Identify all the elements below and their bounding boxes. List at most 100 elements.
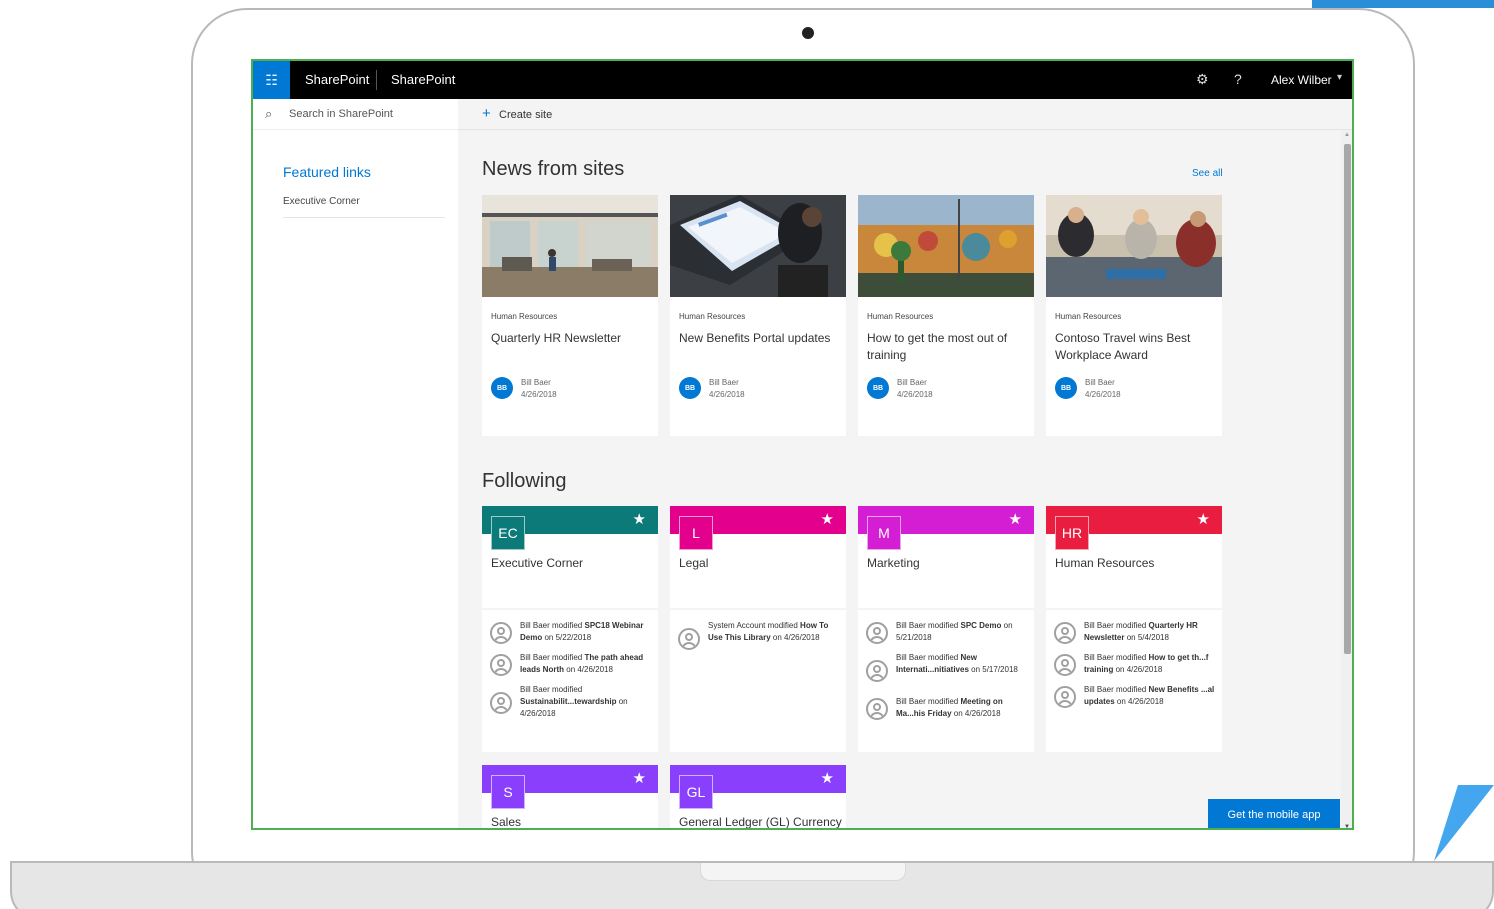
featured-links-title: Featured links bbox=[283, 164, 371, 180]
star-icon[interactable]: ★ bbox=[633, 510, 646, 528]
activity-list: System Account modified How To Use This … bbox=[670, 608, 846, 650]
brand-link[interactable]: SharePoint bbox=[305, 72, 369, 87]
star-icon[interactable]: ★ bbox=[821, 510, 834, 528]
activity-text: Bill Baer modified How to get th...f tra… bbox=[1084, 653, 1209, 674]
activity-text: Bill Baer modified SPC18 Webinar Demo on… bbox=[520, 621, 644, 642]
activity-text: Bill Baer modified SPC Demo on 5/21/2018 bbox=[896, 621, 1013, 642]
news-headline[interactable]: Quarterly HR Newsletter bbox=[491, 330, 651, 347]
activity-text: Bill Baer modified New Benefits ...al up… bbox=[1084, 685, 1215, 706]
news-card[interactable]: Human Resources Quarterly HR Newsletter … bbox=[482, 195, 658, 436]
news-site-name: Human Resources bbox=[1055, 312, 1122, 321]
activity-text: Bill Baer modified The path ahead leads … bbox=[520, 653, 644, 674]
person-icon bbox=[678, 628, 700, 650]
publish-date: 4/26/2018 bbox=[897, 390, 933, 399]
activity-list: Bill Baer modified SPC18 Webinar Demo on… bbox=[482, 608, 658, 718]
app-launcher-icon[interactable]: ☷ bbox=[253, 61, 290, 99]
star-icon[interactable]: ★ bbox=[1009, 510, 1022, 528]
news-card[interactable]: Human Resources How to get the most out … bbox=[858, 195, 1034, 436]
publish-date: 4/26/2018 bbox=[521, 390, 557, 399]
site-logo: L bbox=[679, 516, 713, 550]
site-name[interactable]: General Ledger (GL) Currency bbox=[679, 815, 842, 828]
author-name: Bill Baer bbox=[897, 378, 927, 387]
avatar: BB bbox=[1055, 377, 1077, 399]
plus-icon[interactable]: + bbox=[482, 105, 491, 122]
help-icon[interactable]: ? bbox=[1234, 71, 1242, 87]
author-name: Bill Baer bbox=[709, 378, 739, 387]
site-card[interactable]: ★ L Legal System Account modified How To… bbox=[670, 506, 846, 752]
news-site-name: Human Resources bbox=[867, 312, 934, 321]
news-card[interactable]: Human Resources New Benefits Portal upda… bbox=[670, 195, 846, 436]
site-name[interactable]: Executive Corner bbox=[491, 556, 583, 570]
scroll-down-icon[interactable]: ▼ bbox=[1344, 824, 1350, 828]
site-logo: S bbox=[491, 775, 525, 809]
site-card[interactable]: ★ HR Human Resources Bill Baer modified … bbox=[1046, 506, 1222, 752]
create-site-button[interactable]: Create site bbox=[499, 109, 552, 121]
following-section-title: Following bbox=[482, 470, 567, 492]
person-icon bbox=[866, 698, 888, 720]
avatar: BB bbox=[679, 377, 701, 399]
sharepoint-screen: ☷ SharePoint SharePoint ⚙ ? Alex Wilber … bbox=[251, 59, 1354, 830]
news-image bbox=[858, 195, 1034, 297]
author-name: Bill Baer bbox=[521, 378, 551, 387]
search-input[interactable]: ⌕ Search in SharePoint bbox=[253, 99, 458, 130]
search-placeholder: Search in SharePoint bbox=[289, 108, 393, 120]
camera-dot bbox=[802, 27, 814, 39]
publish-date: 4/26/2018 bbox=[709, 390, 745, 399]
author-name: Bill Baer bbox=[1085, 378, 1115, 387]
person-icon bbox=[866, 622, 888, 644]
star-icon[interactable]: ★ bbox=[633, 769, 646, 787]
news-image bbox=[1046, 195, 1222, 297]
activity-list: Bill Baer modified SPC Demo on 5/21/2018… bbox=[858, 608, 1034, 720]
avatar: BB bbox=[867, 377, 889, 399]
command-bar: + Create site bbox=[458, 99, 1352, 130]
person-icon bbox=[1054, 654, 1076, 676]
activity-list: Bill Baer modified Quarterly HR Newslett… bbox=[1046, 608, 1222, 708]
site-card[interactable]: ★ S Sales bbox=[482, 765, 658, 828]
site-logo: EC bbox=[491, 516, 525, 550]
site-name[interactable]: Marketing bbox=[867, 556, 920, 570]
activity-text: Bill Baer modified New Internati...nitia… bbox=[896, 653, 1018, 674]
get-mobile-app-button[interactable]: Get the mobile app bbox=[1208, 799, 1340, 828]
avatar: BB bbox=[491, 377, 513, 399]
activity-text: Bill Baer modified Sustainabilit...tewar… bbox=[520, 685, 628, 718]
news-headline[interactable]: New Benefits Portal updates bbox=[679, 330, 839, 347]
news-section-title: News from sites bbox=[482, 158, 625, 180]
activity-text: System Account modified How To Use This … bbox=[708, 621, 829, 642]
brand-divider bbox=[376, 70, 377, 90]
news-site-name: Human Resources bbox=[679, 312, 746, 321]
activity-text: Bill Baer modified Quarterly HR Newslett… bbox=[1084, 621, 1198, 642]
site-logo: GL bbox=[679, 775, 713, 809]
chevron-down-icon[interactable]: ▾ bbox=[1337, 72, 1342, 83]
person-icon bbox=[866, 660, 888, 682]
person-icon bbox=[1054, 622, 1076, 644]
news-card[interactable]: Human Resources Contoso Travel wins Best… bbox=[1046, 195, 1222, 436]
site-card[interactable]: ★ GL General Ledger (GL) Currency bbox=[670, 765, 846, 828]
site-logo: M bbox=[867, 516, 901, 550]
site-name[interactable]: Legal bbox=[679, 556, 708, 570]
site-card[interactable]: ★ M Marketing Bill Baer modified SPC Dem… bbox=[858, 506, 1034, 752]
site-name[interactable]: Human Resources bbox=[1055, 556, 1154, 570]
suite-bar: ☷ SharePoint SharePoint ⚙ ? Alex Wilber … bbox=[253, 61, 1352, 99]
user-name[interactable]: Alex Wilber bbox=[1271, 73, 1332, 87]
star-icon[interactable]: ★ bbox=[821, 769, 834, 787]
news-headline[interactable]: How to get the most out of training bbox=[867, 330, 1027, 364]
see-all-link[interactable]: See all bbox=[1192, 168, 1223, 179]
publish-date: 4/26/2018 bbox=[1085, 390, 1121, 399]
scroll-up-icon[interactable]: ▲ bbox=[1344, 132, 1350, 138]
site-card[interactable]: ★ EC Executive Corner Bill Baer modified… bbox=[482, 506, 658, 752]
site-name[interactable]: Sales bbox=[491, 815, 521, 828]
person-icon bbox=[490, 654, 512, 676]
site-logo: HR bbox=[1055, 516, 1089, 550]
news-headline[interactable]: Contoso Travel wins Best Workplace Award bbox=[1055, 330, 1215, 364]
gear-icon[interactable]: ⚙ bbox=[1196, 71, 1209, 88]
news-site-name: Human Resources bbox=[491, 312, 558, 321]
star-icon[interactable]: ★ bbox=[1197, 510, 1210, 528]
scrollbar[interactable]: ▲ ▼ bbox=[1341, 130, 1352, 828]
news-image bbox=[670, 195, 846, 297]
featured-link-executive-corner[interactable]: Executive Corner bbox=[283, 196, 445, 218]
person-icon bbox=[490, 622, 512, 644]
activity-text: Bill Baer modified Meeting on Ma...his F… bbox=[896, 697, 1003, 718]
scroll-thumb[interactable] bbox=[1344, 144, 1351, 654]
site-link[interactable]: SharePoint bbox=[391, 72, 455, 87]
decorative-bar bbox=[1312, 0, 1494, 8]
